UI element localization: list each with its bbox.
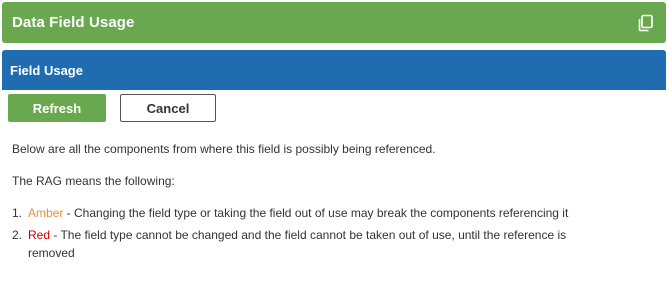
- refresh-button[interactable]: Refresh: [8, 94, 106, 122]
- rag-description: - The field type cannot be changed and t…: [28, 228, 567, 260]
- title-bar: Data Field Usage: [2, 2, 666, 43]
- rag-description: - Changing the field type or taking the …: [63, 206, 569, 220]
- window-title: Data Field Usage: [12, 14, 135, 31]
- intro-text: Below are all the components from where …: [12, 142, 436, 156]
- list-number: 2.: [12, 228, 23, 242]
- data-field-usage-window: Data Field Usage Field Usage Refresh Can…: [0, 0, 667, 291]
- section-title: Field Usage: [10, 62, 83, 78]
- field-usage-header: Field Usage: [2, 50, 666, 90]
- rag-legend-list: 1. Amber - Changing the field type or ta…: [12, 204, 652, 262]
- rag-status-red: Red: [28, 228, 51, 242]
- copy-icon[interactable]: [636, 14, 654, 32]
- cancel-button[interactable]: Cancel: [120, 94, 216, 122]
- rag-status-amber: Amber: [28, 206, 64, 220]
- list-number: 1.: [12, 206, 23, 220]
- rag-item-amber: 1. Amber - Changing the field type or ta…: [12, 204, 612, 222]
- rag-intro-text: The RAG means the following:: [12, 174, 175, 188]
- usage-description: Below are all the components from where …: [12, 140, 652, 266]
- rag-item-red: 2. Red - The field type cannot be change…: [12, 226, 612, 262]
